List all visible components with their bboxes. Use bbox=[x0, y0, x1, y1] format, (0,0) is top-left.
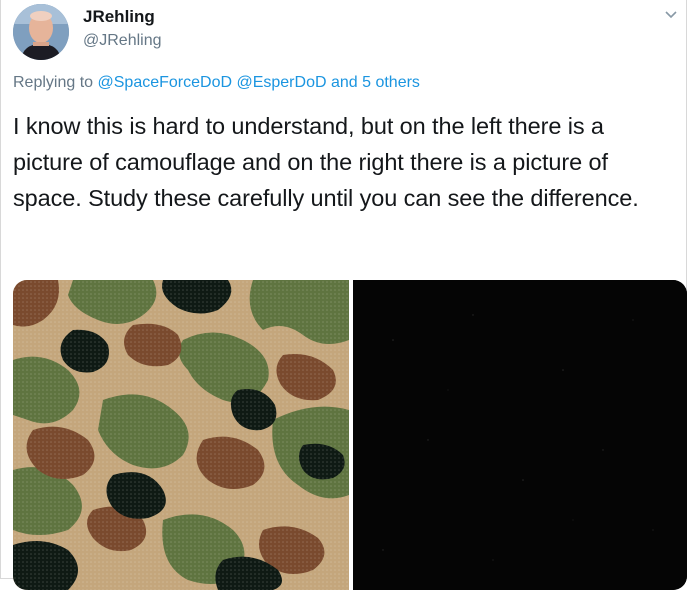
chevron-down-icon[interactable] bbox=[664, 8, 678, 22]
reply-prefix: Replying to bbox=[13, 74, 98, 91]
media-grid[interactable] bbox=[13, 280, 687, 590]
user-handle[interactable]: @JRehling bbox=[83, 31, 162, 51]
mention-others[interactable]: and 5 others bbox=[331, 74, 420, 91]
tweet-text: I know this is hard to understand, but o… bbox=[13, 113, 639, 211]
avatar[interactable] bbox=[13, 4, 69, 60]
mention-spaceforcedod[interactable]: @SpaceForceDoD bbox=[98, 74, 233, 91]
display-name[interactable]: JRehling bbox=[83, 6, 155, 28]
mention-esperdod[interactable]: @EsperDoD bbox=[236, 74, 326, 91]
reply-context: Replying to @SpaceForceDoD @EsperDoD and… bbox=[13, 72, 420, 94]
camouflage-image[interactable] bbox=[13, 280, 349, 590]
space-image[interactable] bbox=[353, 280, 687, 590]
tweet-card: JRehling @JRehling Replying to @SpaceFor… bbox=[0, 0, 687, 590]
avatar-photo bbox=[13, 4, 69, 60]
